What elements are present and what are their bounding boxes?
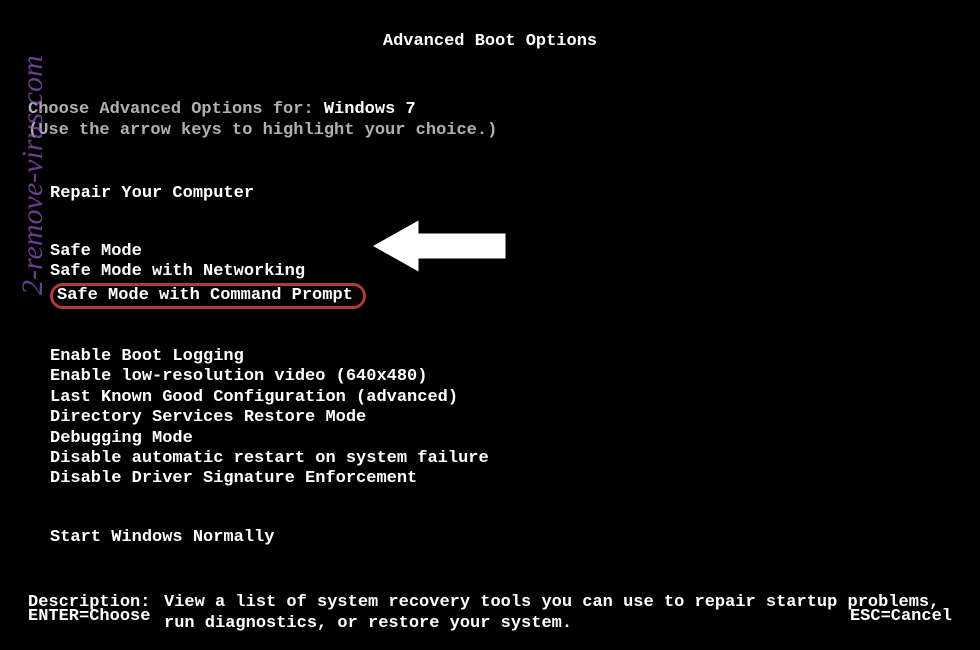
option-last-known-good[interactable]: Last Known Good Configuration (advanced) xyxy=(28,388,952,408)
option-disable-auto-restart[interactable]: Disable automatic restart on system fail… xyxy=(28,449,952,469)
option-debugging-mode[interactable]: Debugging Mode xyxy=(28,429,952,449)
os-name: Windows 7 xyxy=(324,100,416,119)
option-directory-services-restore[interactable]: Directory Services Restore Mode xyxy=(28,408,952,428)
choose-label: Choose Advanced Options for: xyxy=(28,100,324,119)
page-title: Advanced Boot Options xyxy=(28,32,952,51)
option-enable-boot-logging[interactable]: Enable Boot Logging xyxy=(28,347,952,367)
option-start-windows-normally[interactable]: Start Windows Normally xyxy=(28,528,952,548)
arrow-key-hint: (Use the arrow keys to highlight your ch… xyxy=(28,120,952,141)
footer-esc: ESC=Cancel xyxy=(850,607,952,626)
option-safe-mode-networking[interactable]: Safe Mode with Networking xyxy=(28,262,952,282)
footer-enter: ENTER=Choose xyxy=(28,607,150,626)
option-safe-mode-command-prompt[interactable]: Safe Mode with Command Prompt xyxy=(50,283,366,309)
option-safe-mode[interactable]: Safe Mode xyxy=(28,242,952,262)
option-repair-your-computer[interactable]: Repair Your Computer xyxy=(28,184,952,204)
option-low-res-video[interactable]: Enable low-resolution video (640x480) xyxy=(28,367,952,387)
option-disable-driver-signature[interactable]: Disable Driver Signature Enforcement xyxy=(28,469,952,489)
